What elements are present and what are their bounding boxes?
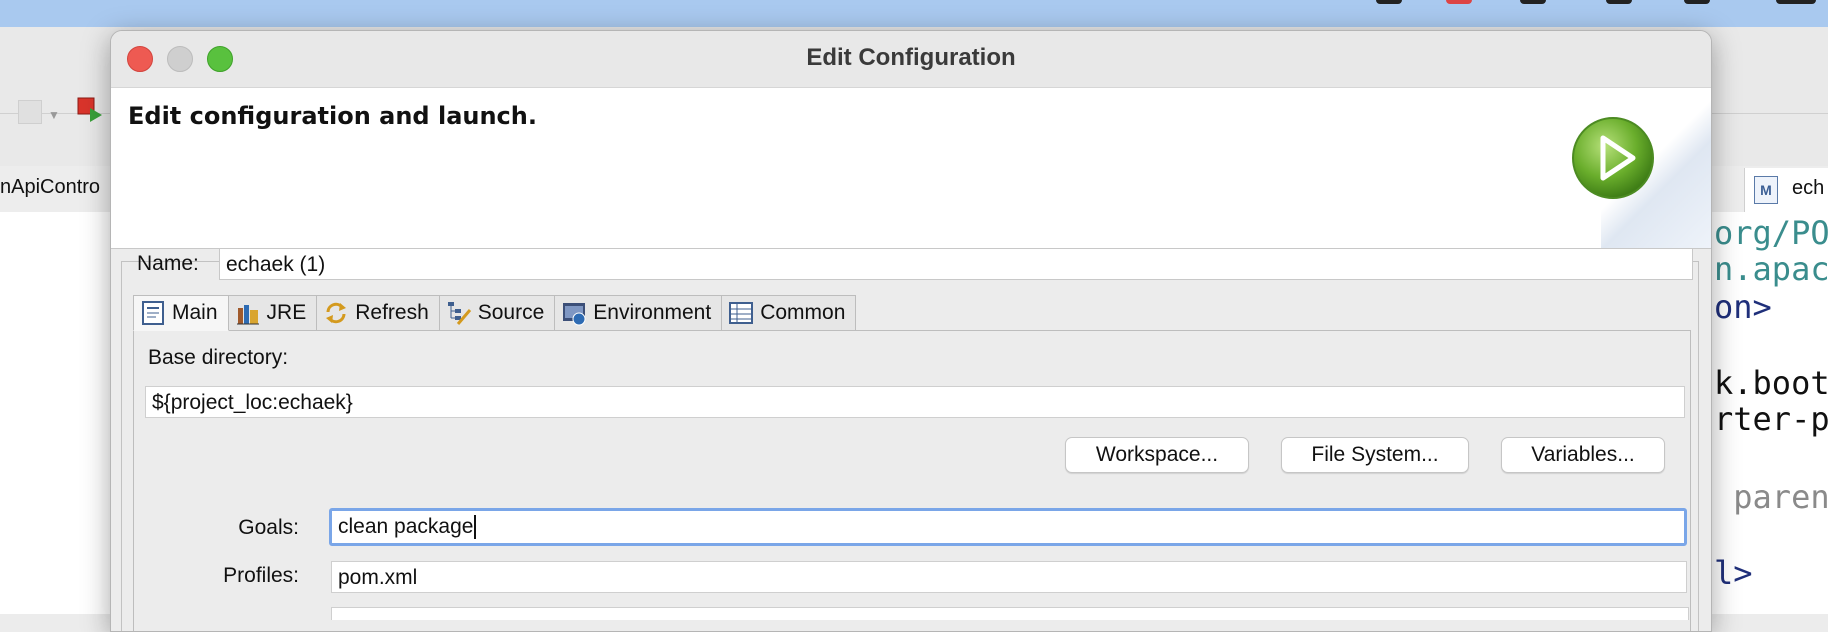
tab-environment[interactable]: Environment [555, 295, 723, 331]
name-input[interactable]: echaek (1) [219, 248, 1693, 280]
profiles-input[interactable]: pom.xml [331, 561, 1687, 593]
tab-label: JRE [266, 301, 307, 324]
menubar-status-icon[interactable] [1446, 0, 1472, 4]
code-line: k.boot< [1714, 364, 1828, 402]
environment-icon [563, 303, 586, 326]
source-tree-icon [447, 302, 471, 325]
base-directory-label: Base directory: [148, 346, 289, 369]
goals-value: clean package [338, 515, 474, 538]
tab-source[interactable]: Source [439, 295, 556, 331]
file-system-button[interactable]: File System... [1281, 437, 1469, 473]
dialog-header: Edit configuration and launch. [111, 88, 1711, 249]
name-label: Name: [137, 252, 199, 275]
tab-main[interactable]: Main [133, 295, 229, 331]
main-tab-icon [142, 301, 164, 325]
launch-run-icon [1572, 117, 1654, 199]
editor-tab-left[interactable]: nApiContro [0, 176, 100, 199]
macos-menubar [0, 0, 1828, 27]
refresh-arrows-icon [326, 302, 347, 324]
tab-label: Common [760, 301, 846, 324]
code-line: l> [1714, 554, 1753, 592]
menubar-status-icon[interactable] [1520, 0, 1546, 4]
text-caret [474, 515, 477, 540]
menubar-status-icon[interactable] [1606, 0, 1632, 4]
code-line: parent [1733, 478, 1828, 516]
code-line: rter-pa [1714, 400, 1828, 438]
code-line: on> [1714, 288, 1772, 326]
stop-icon[interactable] [18, 100, 42, 124]
tab-refresh[interactable]: Refresh [317, 295, 440, 331]
workspace-button[interactable]: Workspace... [1065, 437, 1249, 473]
dialog-titlebar[interactable]: Edit Configuration [111, 31, 1711, 88]
header-message: Edit configuration and launch. [128, 102, 537, 130]
chevron-down-icon[interactable]: ▼ [48, 108, 60, 122]
tab-label: Source [477, 301, 545, 324]
tab-label: Refresh [355, 301, 429, 324]
variables-button[interactable]: Variables... [1501, 437, 1665, 473]
tab-jre[interactable]: JRE [228, 295, 318, 331]
code-line: n.apach [1714, 250, 1828, 288]
tab-label: Environment [593, 301, 712, 324]
config-tabs: Main JRE Refresh Source Environment Comm… [133, 295, 857, 331]
code-line: org/PO [1714, 214, 1828, 252]
base-directory-input[interactable]: ${project_loc:echaek} [145, 386, 1685, 418]
goals-input[interactable]: clean package [329, 508, 1687, 546]
profiles-label: Profiles: [223, 564, 299, 587]
common-table-icon [729, 302, 754, 324]
menubar-status-icon[interactable] [1776, 0, 1816, 4]
dialog-title: Edit Configuration [806, 44, 1016, 71]
editor-tab-right-label: ech [1792, 177, 1825, 199]
tab-label: Main [172, 301, 218, 324]
goals-label: Goals: [238, 516, 299, 539]
run-config-icon[interactable] [76, 96, 104, 124]
editor-pane-left [0, 212, 112, 614]
tab-common[interactable]: Common [722, 295, 857, 331]
edit-configuration-dialog: Edit Configuration Edit configuration an… [110, 30, 1712, 632]
maven-pom-icon: M [1754, 176, 1778, 204]
menubar-status-icon[interactable] [1376, 0, 1402, 4]
jre-books-icon [236, 305, 259, 325]
menubar-status-icon[interactable] [1684, 0, 1710, 4]
